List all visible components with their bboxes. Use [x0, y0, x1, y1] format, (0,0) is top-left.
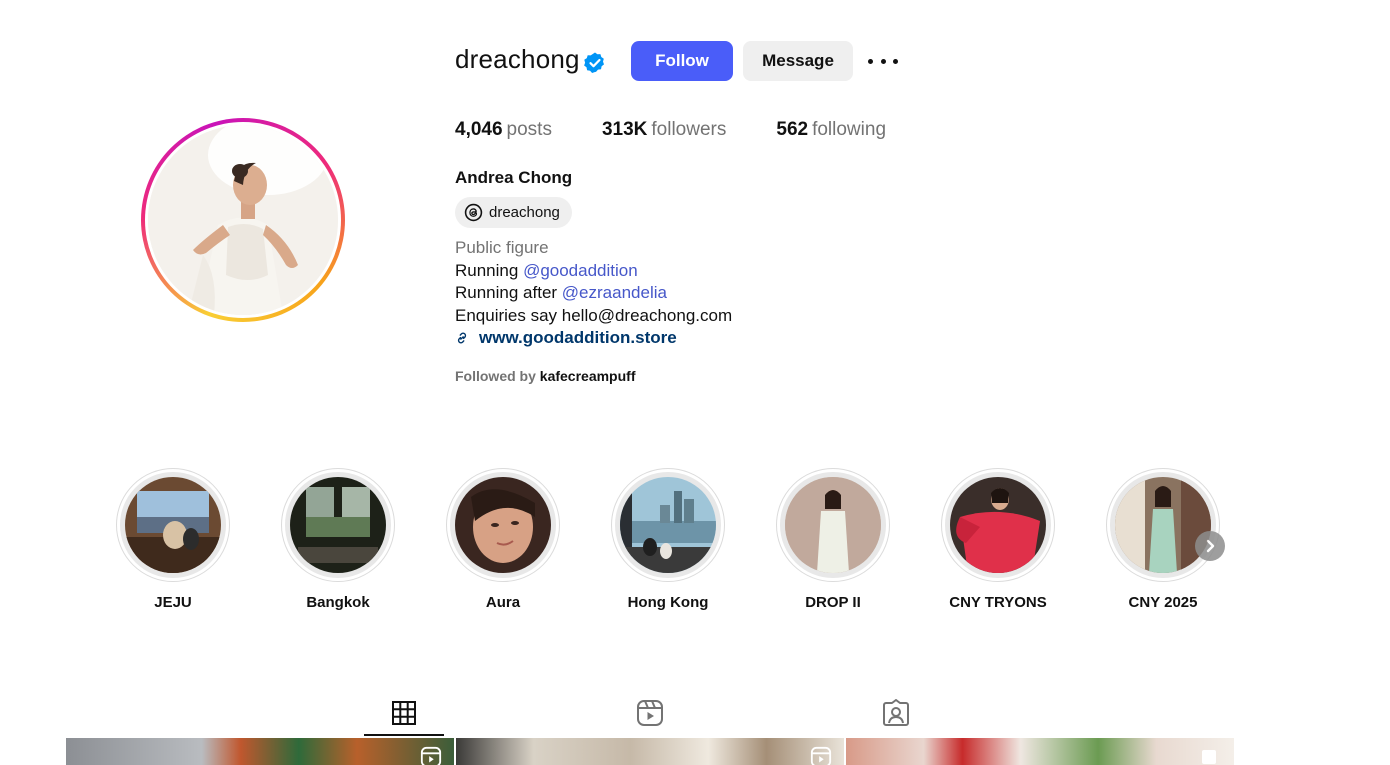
highlight-ring	[446, 468, 560, 582]
followed-by-user: kafecreampuff	[539, 368, 636, 384]
profile-tabs	[66, 690, 1234, 738]
tab-tagged[interactable]	[856, 690, 936, 736]
posts-label: posts	[506, 119, 552, 140]
followers-label: followers	[651, 119, 727, 140]
highlight-ring	[776, 468, 890, 582]
highlight-cover	[785, 477, 881, 573]
posts-grid	[66, 738, 1234, 765]
highlight-cover	[125, 477, 221, 573]
highlight-item[interactable]: Aura	[446, 468, 560, 611]
mention-link-goodaddition[interactable]: @goodaddition	[523, 261, 638, 280]
highlight-cover-image	[785, 477, 881, 573]
profile-avatar[interactable]	[141, 118, 345, 322]
post-thumbnail[interactable]	[66, 738, 454, 765]
following-link[interactable]: 562 following	[776, 119, 886, 141]
profile-full-name: Andrea Chong	[455, 168, 573, 187]
followers-count: 313K	[601, 119, 648, 140]
highlight-cover-image	[455, 477, 551, 573]
threads-icon	[464, 203, 483, 222]
highlight-label: Hong Kong	[627, 594, 709, 611]
tagged-icon	[883, 699, 909, 726]
post-thumbnail[interactable]	[846, 738, 1234, 765]
followed-by-prefix: Followed by	[455, 368, 540, 384]
highlight-label: CNY 2025	[1128, 594, 1198, 611]
verified-badge-icon	[584, 52, 604, 73]
highlight-item[interactable]: Bangkok	[281, 468, 395, 611]
avatar-border	[145, 122, 341, 318]
message-button[interactable]: Message	[743, 41, 853, 81]
highlight-ring-inner	[945, 472, 1051, 578]
dot	[880, 58, 886, 64]
highlight-ring	[611, 468, 725, 582]
follow-button[interactable]: Follow	[631, 41, 733, 81]
posts-count-link[interactable]: 4,046 posts	[455, 119, 552, 141]
dot	[868, 58, 873, 64]
dot	[893, 58, 898, 64]
more-options-icon[interactable]	[866, 48, 900, 74]
followers-link[interactable]: 313K followers	[602, 119, 726, 141]
highlight-label: CNY TRYONS	[949, 594, 1047, 611]
highlight-ring	[116, 468, 230, 582]
avatar-image	[148, 125, 338, 315]
grid-icon	[392, 701, 416, 725]
bio-text: Running	[455, 260, 524, 280]
website-url: www.goodaddition.store	[479, 328, 677, 347]
highlight-cover	[455, 477, 551, 573]
highlight-ring	[941, 468, 1055, 582]
highlight-item[interactable]: Hong Kong	[611, 468, 725, 611]
reel-badge-icon	[810, 746, 832, 765]
highlight-label: Aura	[485, 594, 521, 611]
highlight-ring-inner	[1110, 472, 1216, 578]
highlight-ring-inner	[780, 472, 886, 578]
chevron-right-icon	[1206, 539, 1215, 553]
highlight-cover-image	[125, 477, 221, 573]
highlight-ring	[281, 468, 395, 582]
multi-post-indicator	[1202, 750, 1216, 764]
highlight-ring-inner	[615, 472, 721, 578]
reels-icon	[637, 700, 663, 726]
highlight-cover	[620, 477, 716, 573]
profile-bio: Public figure Running @goodaddition Runn…	[455, 237, 732, 350]
bio-line: Running @goodaddition	[455, 260, 732, 283]
bio-line: Enquiries say hello@dreachong.com	[455, 305, 733, 325]
threads-link[interactable]: dreachong	[455, 197, 572, 228]
threads-handle: dreachong	[489, 204, 560, 221]
highlight-ring	[1106, 468, 1220, 582]
bio-line: Running after @ezraandelia	[455, 282, 732, 305]
post-thumbnail[interactable]	[456, 738, 844, 765]
profile-category: Public figure	[455, 238, 549, 257]
highlight-ring-inner	[450, 472, 556, 578]
highlight-item[interactable]: CNY TRYONS	[941, 468, 1055, 611]
highlight-item[interactable]: DROP II	[776, 468, 890, 611]
highlight-label: Bangkok	[306, 594, 370, 611]
highlight-cover	[1115, 477, 1211, 573]
profile-stats: 4,046 posts 313K followers 562 following	[455, 119, 936, 141]
story-highlights: JEJU Bangkok Aura Hong Kong DROP II CNY …	[116, 468, 1236, 618]
highlight-ring-inner	[285, 472, 391, 578]
following-count: 562	[776, 119, 809, 140]
mention-link-ezraandelia[interactable]: @ezraandelia	[562, 283, 667, 302]
highlight-cover-image	[620, 477, 716, 573]
website-link[interactable]: www.goodaddition.store	[455, 327, 732, 350]
link-icon	[457, 332, 467, 344]
posts-count: 4,046	[455, 119, 503, 140]
reel-badge-icon	[420, 746, 442, 765]
followed-by[interactable]: Followed by kafecreampuff	[455, 368, 635, 384]
bio-text: Running after	[455, 283, 562, 302]
highlight-label: DROP II	[805, 594, 861, 611]
highlight-cover	[950, 477, 1046, 573]
highlight-cover-image	[1115, 477, 1211, 573]
highlight-cover	[290, 477, 386, 573]
highlight-item[interactable]: JEJU	[116, 468, 230, 611]
avatar-photo	[148, 125, 338, 315]
tab-reels[interactable]	[610, 690, 690, 736]
highlight-label: JEJU	[154, 594, 192, 611]
highlight-cover-image	[290, 477, 386, 573]
tab-posts[interactable]	[364, 690, 444, 736]
highlight-cover-image	[950, 477, 1046, 573]
highlights-next-button[interactable]	[1195, 531, 1225, 561]
profile-username: dreachong	[455, 44, 580, 74]
highlight-ring-inner	[120, 472, 226, 578]
following-label: following	[812, 119, 887, 140]
